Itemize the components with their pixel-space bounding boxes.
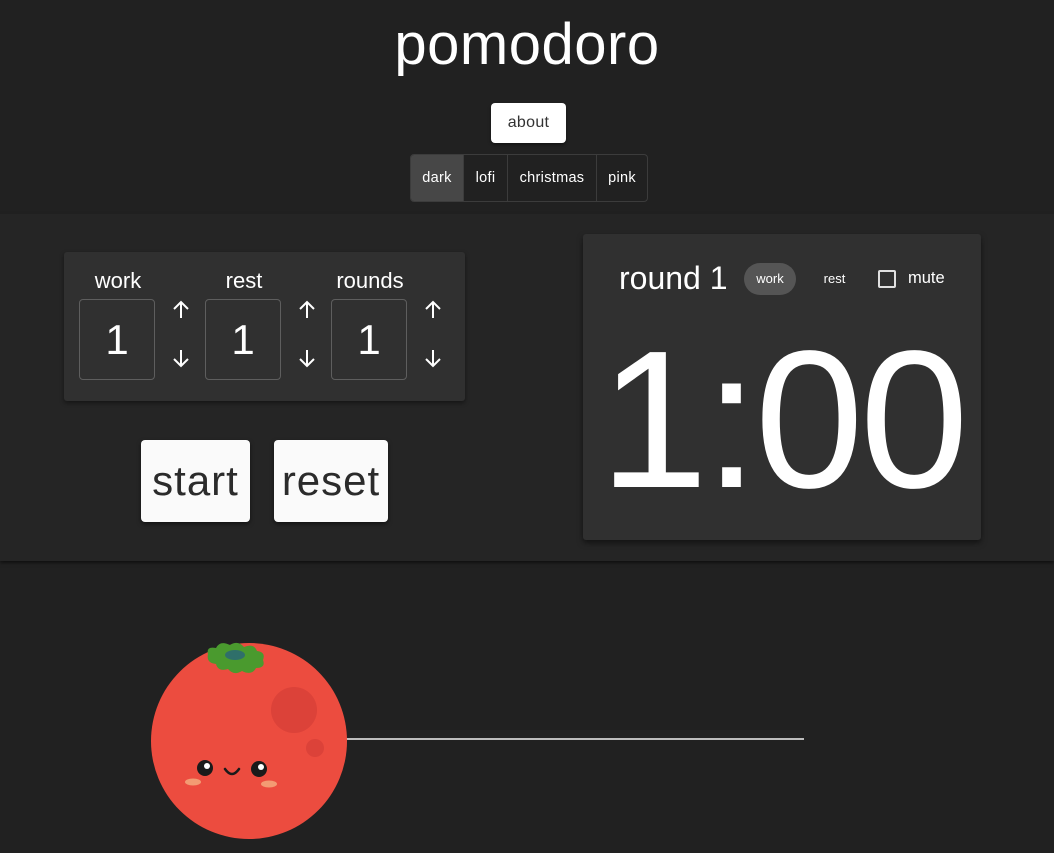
rest-value[interactable]: 1 — [205, 299, 281, 380]
theme-christmas-button[interactable]: christmas — [508, 155, 597, 201]
start-button[interactable]: start — [141, 440, 250, 522]
rounds-label: rounds — [336, 268, 404, 293]
app-title: pomodoro — [394, 12, 660, 77]
theme-pink-button[interactable]: pink — [597, 155, 647, 201]
theme-dark-button[interactable]: dark — [411, 155, 464, 201]
rest-label: rest — [225, 268, 263, 293]
mute-label[interactable]: mute — [908, 268, 945, 288]
tomato-progress-marker-icon — [146, 638, 356, 848]
theme-selector: dark lofi christmas pink — [410, 154, 648, 202]
work-value[interactable]: 1 — [79, 299, 155, 380]
about-button[interactable]: about — [491, 103, 566, 143]
rest-decrement-arrow-down-icon[interactable] — [297, 347, 317, 369]
rounds-decrement-arrow-down-icon[interactable] — [423, 347, 443, 369]
rounds-increment-arrow-up-icon[interactable] — [423, 299, 443, 321]
mute-checkbox[interactable] — [878, 270, 896, 288]
phase-rest-chip[interactable]: rest — [813, 263, 856, 295]
rounds-value[interactable]: 1 — [331, 299, 407, 380]
work-label: work — [94, 268, 142, 293]
progress-track — [340, 738, 804, 740]
rest-increment-arrow-up-icon[interactable] — [297, 299, 317, 321]
work-increment-arrow-up-icon[interactable] — [171, 299, 191, 321]
round-label: round 1 — [619, 260, 728, 296]
reset-button[interactable]: reset — [274, 440, 388, 522]
theme-lofi-button[interactable]: lofi — [464, 155, 508, 201]
timer-display: 1:00 — [599, 310, 968, 529]
phase-work-chip[interactable]: work — [744, 263, 796, 295]
work-decrement-arrow-down-icon[interactable] — [171, 347, 191, 369]
